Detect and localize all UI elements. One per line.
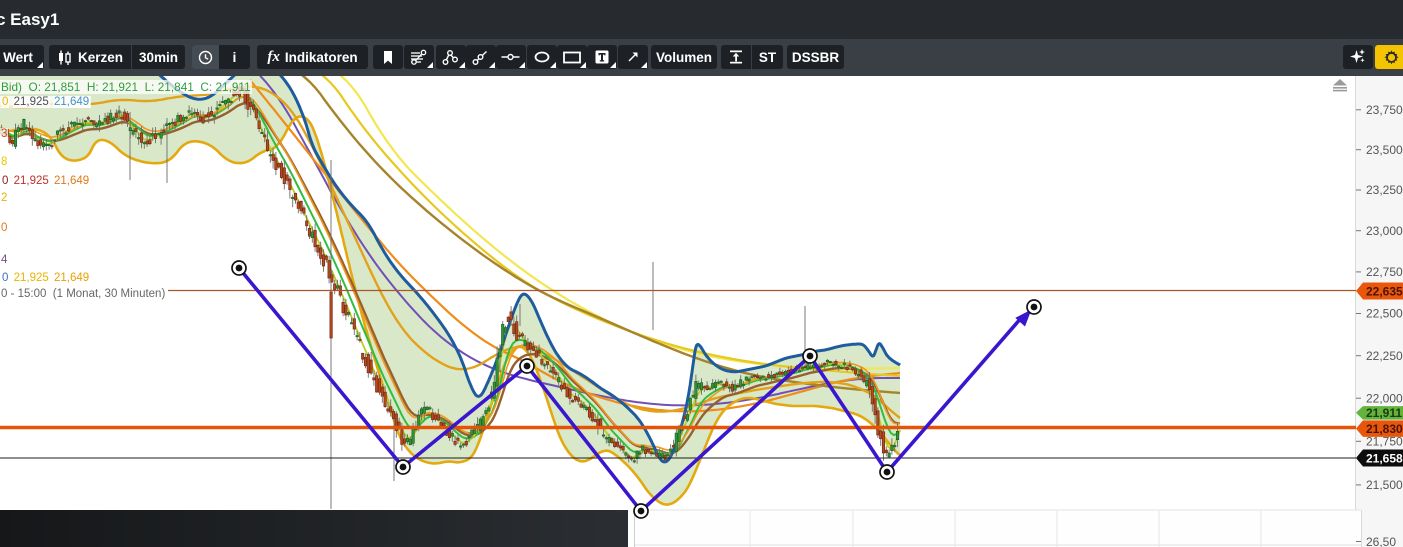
svg-text:22,635: 22,635 <box>1366 284 1403 298</box>
svg-text:21,911: 21,911 <box>1366 406 1402 420</box>
svg-text:21,830: 21,830 <box>1366 422 1403 436</box>
svg-text:21,500: 21,500 <box>1366 478 1403 492</box>
svg-text:23,000: 23,000 <box>1366 224 1403 238</box>
svg-text:23,750: 23,750 <box>1366 103 1403 117</box>
svg-text:22,250: 22,250 <box>1366 349 1403 363</box>
svg-text:23,500: 23,500 <box>1366 143 1403 157</box>
svg-text:22,750: 22,750 <box>1366 265 1403 279</box>
svg-text:21,658: 21,658 <box>1366 451 1403 465</box>
svg-text:22,000: 22,000 <box>1366 391 1403 405</box>
svg-text:22,500: 22,500 <box>1366 307 1403 321</box>
svg-text:23,250: 23,250 <box>1366 183 1403 197</box>
svg-text:26,50: 26,50 <box>1366 535 1396 547</box>
